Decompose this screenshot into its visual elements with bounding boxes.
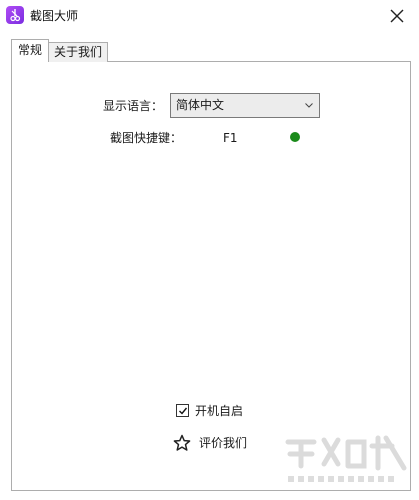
- hotkey-value[interactable]: F1: [223, 130, 238, 146]
- title-bar: 截图大师: [0, 0, 419, 33]
- tab-general[interactable]: 常规: [11, 39, 49, 62]
- checkmark-icon: [179, 407, 188, 415]
- hotkey-label: 截图快捷键：: [110, 131, 183, 145]
- tab-about-us[interactable]: 关于我们: [48, 42, 108, 62]
- chevron-down-icon: [305, 103, 313, 108]
- autostart-label: 开机自启: [195, 404, 244, 418]
- window-title: 截图大师: [30, 9, 79, 23]
- settings-panel: [11, 61, 411, 491]
- app-window: 截图大师 常规 关于我们 显示语言： 简体中文 截图快捷键： F1 开机自启 评…: [0, 0, 419, 500]
- autostart-checkbox[interactable]: [176, 404, 189, 417]
- language-select[interactable]: 简体中文: [170, 93, 320, 118]
- star-icon: [173, 434, 191, 451]
- close-icon: [390, 9, 404, 23]
- hotkey-status-indicator: [290, 132, 300, 142]
- close-button[interactable]: [380, 2, 414, 30]
- watermark-logo: [285, 435, 407, 482]
- language-select-value: 简体中文: [176, 98, 225, 112]
- language-label: 显示语言：: [103, 99, 164, 113]
- scissors-icon: [6, 6, 24, 24]
- rate-us-label: 评价我们: [199, 436, 248, 450]
